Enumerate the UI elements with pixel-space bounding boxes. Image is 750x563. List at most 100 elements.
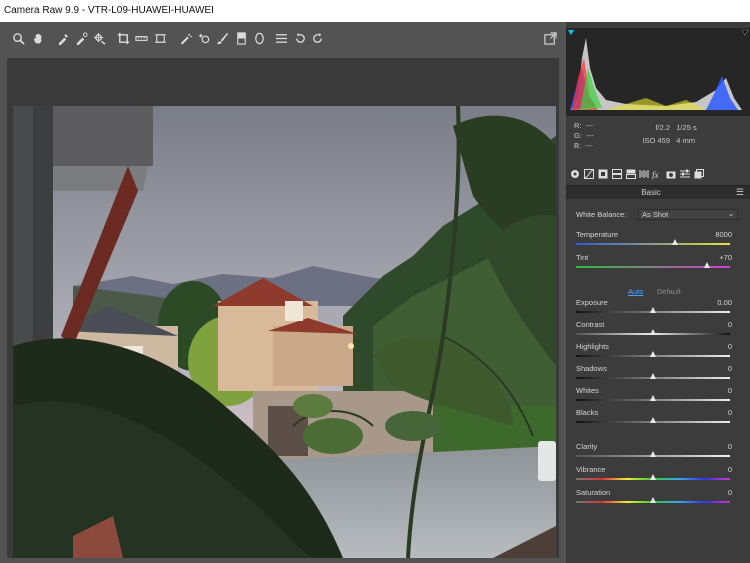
clarity-label: Clarity: [576, 442, 598, 451]
contrast-label: Contrast: [576, 320, 605, 329]
clarity-thumb[interactable]: [650, 451, 656, 457]
highlight-clip-icon: [741, 29, 749, 36]
tab-split-toning[interactable]: [625, 168, 636, 179]
exposure-label: Exposure: [576, 298, 608, 307]
spot-removal-icon[interactable]: [177, 30, 193, 46]
default-button[interactable]: Default: [657, 287, 681, 296]
shadows-label: Shadows: [576, 364, 607, 373]
iso: ISO 459: [642, 136, 670, 145]
white-balance-value: As Shot: [642, 210, 669, 219]
rgb-readout: R: --- G: --- B: --- f/2.2 1/25 s ISO 45…: [566, 116, 750, 164]
rotate-cw-icon[interactable]: [309, 30, 325, 46]
section-title: Basic: [641, 188, 661, 197]
highlights-thumb[interactable]: [650, 351, 656, 357]
white-balance-label: White Balance:: [576, 210, 627, 219]
blacks-value[interactable]: 0: [728, 408, 732, 417]
graduated-filter-icon[interactable]: [233, 30, 249, 46]
slider-highlights[interactable]: Highlights 0: [576, 342, 742, 362]
panel-menu-icon[interactable]: ☰: [736, 187, 744, 198]
clarity-value[interactable]: 0: [728, 442, 732, 451]
white-balance-row: White Balance: As Shot ⌄: [576, 209, 742, 230]
transform-icon[interactable]: [152, 30, 168, 46]
tab-basic[interactable]: [569, 168, 580, 179]
panel-tabs: fx: [566, 166, 750, 184]
slider-temperature[interactable]: Temperature 8000: [576, 230, 742, 250]
slider-shadows[interactable]: Shadows 0: [576, 364, 742, 384]
shutter-speed: 1/25 s: [676, 123, 697, 132]
slider-blacks[interactable]: Blacks 0: [576, 408, 742, 428]
exposure-value[interactable]: 0.00: [717, 298, 732, 307]
tint-label: Tint: [576, 253, 589, 262]
hand-tool-icon[interactable]: [30, 30, 46, 46]
highlights-value[interactable]: 0: [728, 342, 732, 351]
b-value: ---: [585, 141, 593, 150]
shadows-thumb[interactable]: [650, 373, 656, 379]
slider-contrast[interactable]: Contrast 0: [576, 320, 742, 340]
preferences-icon[interactable]: [273, 30, 289, 46]
tool-bar: [0, 22, 566, 58]
shadows-value[interactable]: 0: [728, 364, 732, 373]
tab-tone-curve[interactable]: [583, 168, 594, 179]
slider-tint[interactable]: Tint +70: [576, 253, 742, 273]
tab-presets[interactable]: [679, 168, 690, 179]
exposure-thumb[interactable]: [650, 307, 656, 313]
tab-hsl[interactable]: [611, 168, 622, 179]
radial-filter-icon[interactable]: [251, 30, 267, 46]
vibrance-thumb[interactable]: [650, 474, 656, 480]
focal-length: 4 mm: [676, 136, 696, 145]
shadow-clip-icon: [568, 30, 574, 35]
image-preview[interactable]: [13, 106, 556, 558]
tab-lens[interactable]: [638, 168, 649, 179]
window-title-bar: Camera Raw 9.9 - VTR-L09-HUAWEI-HUAWEI: [0, 0, 750, 22]
targeted-adjustment-icon[interactable]: [91, 30, 107, 46]
right-panel: R: --- G: --- B: --- f/2.2 1/25 s ISO 45…: [566, 22, 750, 563]
vibrance-label: Vibrance: [576, 465, 606, 474]
red-eye-icon[interactable]: [196, 30, 212, 46]
vibrance-value[interactable]: 0: [728, 465, 732, 474]
color-sampler-icon[interactable]: [73, 30, 89, 46]
saturation-value[interactable]: 0: [728, 488, 732, 497]
tab-snapshots[interactable]: [693, 168, 704, 179]
saturation-thumb[interactable]: [650, 497, 656, 503]
slider-exposure[interactable]: Exposure 0.00: [576, 298, 742, 318]
slider-vibrance[interactable]: Vibrance 0: [576, 465, 742, 485]
g-value: ---: [586, 131, 594, 140]
whites-label: Whites: [576, 386, 599, 395]
whites-value[interactable]: 0: [728, 386, 732, 395]
saturation-label: Saturation: [576, 488, 611, 497]
blacks-label: Blacks: [576, 408, 599, 417]
slider-whites[interactable]: Whites 0: [576, 386, 742, 406]
aperture: f/2.2: [655, 123, 670, 132]
temperature-label: Temperature: [576, 230, 619, 239]
contrast-thumb[interactable]: [650, 329, 656, 335]
auto-button[interactable]: Auto: [628, 287, 643, 296]
straighten-icon[interactable]: [133, 30, 149, 46]
basic-controls: White Balance: As Shot ⌄ Temperature 800…: [566, 199, 750, 563]
tab-fx[interactable]: fx: [651, 168, 662, 179]
whites-thumb[interactable]: [650, 395, 656, 401]
slider-clarity[interactable]: Clarity 0: [576, 442, 742, 462]
rotate-ccw-icon[interactable]: [292, 30, 308, 46]
histogram: [566, 28, 750, 116]
basic-section-header: Basic ☰: [566, 185, 750, 200]
tint-value[interactable]: +70: [719, 253, 732, 262]
tab-camera-calibration[interactable]: [665, 168, 676, 179]
r-value: ---: [585, 121, 594, 130]
crop-icon[interactable]: [115, 30, 131, 46]
adjustment-brush-icon[interactable]: [214, 30, 230, 46]
temperature-value[interactable]: 8000: [715, 230, 732, 239]
slider-saturation[interactable]: Saturation 0: [576, 488, 742, 508]
tint-thumb[interactable]: [703, 262, 710, 268]
white-balance-select[interactable]: As Shot ⌄: [638, 209, 738, 220]
blacks-thumb[interactable]: [650, 417, 656, 423]
tab-detail[interactable]: [597, 168, 608, 179]
white-balance-icon[interactable]: [55, 30, 71, 46]
zoom-tool-icon[interactable]: [10, 30, 26, 46]
chevron-down-icon: ⌄: [728, 211, 734, 218]
temperature-track[interactable]: [576, 243, 730, 245]
svg-text:fx: fx: [652, 170, 659, 179]
contrast-value[interactable]: 0: [728, 320, 732, 329]
fullscreen-icon[interactable]: [542, 30, 558, 46]
b-label: B:: [574, 141, 582, 150]
temperature-thumb[interactable]: [671, 239, 678, 245]
